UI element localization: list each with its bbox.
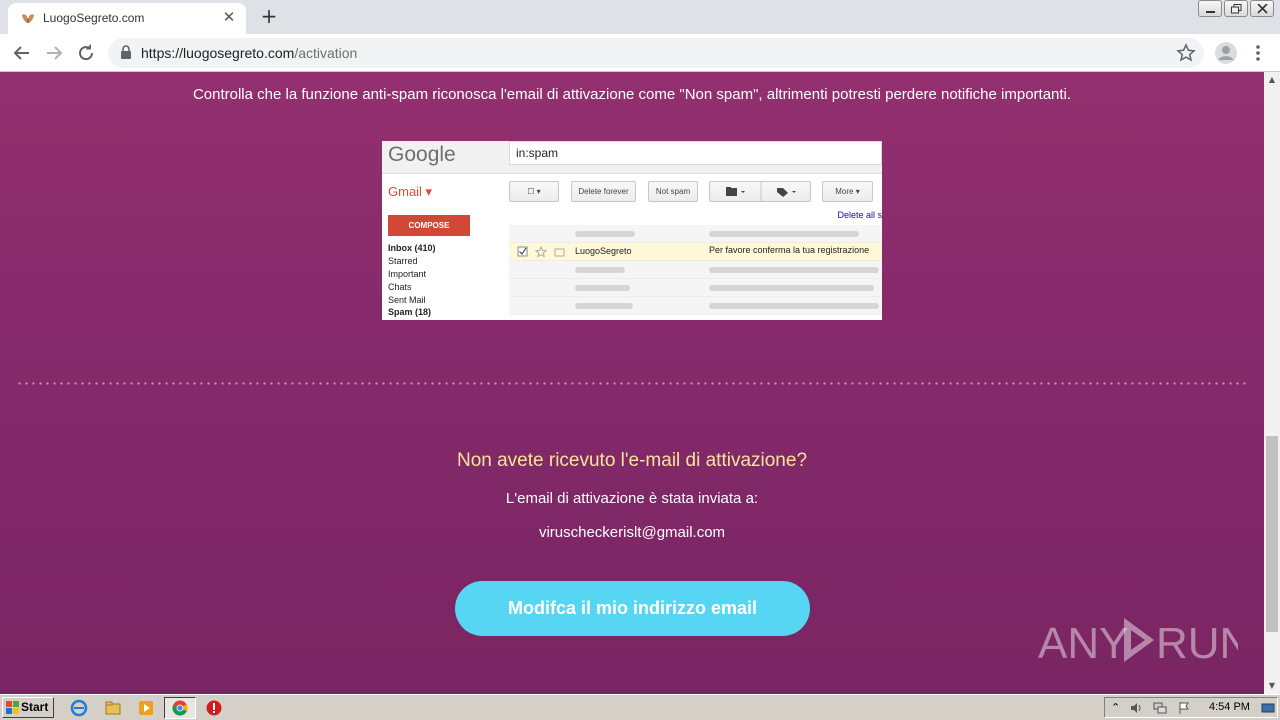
bookmark-star-icon[interactable]: [1176, 43, 1196, 63]
page-scrollbar[interactable]: ▲ ▼: [1264, 72, 1280, 694]
close-icon: [1257, 4, 1268, 14]
browser-menu-icon[interactable]: [1248, 41, 1268, 65]
tab-strip: LuogoSegreto.com ✕ +: [0, 0, 1280, 34]
gmail-more-button: More ▾: [822, 181, 873, 202]
file-explorer-icon[interactable]: [104, 699, 122, 717]
luogosegreto-favicon-icon: [22, 14, 34, 23]
browser-toolbar: https://luogosegreto.com/activation: [0, 34, 1280, 72]
address-bar[interactable]: https://luogosegreto.com/activation: [108, 38, 1204, 68]
gmail-spam-screenshot: Google in:spam Gmail ▾ ☐ ▾ Delete foreve…: [382, 141, 882, 320]
reload-icon[interactable]: [74, 41, 98, 65]
gmail-row-luogosegreto: LuogoSegreto Per favore conferma la tua …: [509, 243, 882, 261]
url-text: https://luogosegreto.com/activation: [141, 45, 358, 61]
tab-luogosegreto[interactable]: LuogoSegreto.com ✕: [8, 3, 246, 34]
scroll-thumb[interactable]: [1266, 436, 1278, 632]
network-icon[interactable]: [1153, 701, 1167, 715]
gmail-row-blurred: [509, 297, 882, 315]
gmail-header: Google in:spam: [382, 141, 882, 174]
gmail-sidebar-chats: Chats: [388, 282, 412, 292]
google-logo: Google: [388, 143, 456, 166]
gmail-from-luogosegreto: LuogoSegreto: [575, 246, 632, 256]
profile-avatar-icon[interactable]: [1214, 41, 1238, 65]
gmail-sidebar-spam: Spam (18): [388, 307, 432, 317]
close-window-button[interactable]: [1250, 0, 1274, 17]
windows-logo-icon: [6, 701, 19, 714]
gmail-sidebar-inbox: Inbox (410): [388, 243, 436, 253]
gmail-label: Gmail ▾: [388, 184, 433, 199]
internet-explorer-icon[interactable]: [70, 699, 88, 717]
gmail-search-text: in:spam: [516, 146, 559, 160]
chrome-taskbar-button[interactable]: [164, 697, 196, 719]
gmail-select-button: ☐ ▾: [509, 181, 559, 202]
change-email-button[interactable]: Modifca il mio indirizzo email: [455, 581, 810, 636]
minimize-button[interactable]: [1198, 0, 1222, 17]
dotted-divider: [16, 382, 1248, 385]
new-tab-icon[interactable]: +: [258, 5, 280, 27]
restore-button[interactable]: [1224, 0, 1248, 17]
forward-arrow-icon[interactable]: [42, 41, 66, 65]
gmail-delete-all-link: Delete all s: [837, 210, 882, 220]
svg-text:ANY: ANY: [1038, 619, 1128, 668]
checkbox-star-icons: [517, 246, 565, 258]
minimize-icon: [1206, 11, 1215, 13]
scroll-up-icon[interactable]: ▲: [1264, 72, 1280, 88]
media-player-icon[interactable]: [137, 699, 155, 717]
recipient-email: viruscheckerislt@gmail.com: [538, 524, 726, 541]
gmail-sidebar-sent: Sent Mail: [388, 295, 426, 305]
gmail-row-blurred: [509, 225, 882, 243]
start-button[interactable]: Start: [2, 697, 54, 718]
window-controls: [1196, 0, 1274, 17]
lock-icon: [121, 45, 131, 59]
gmail-folder-label-buttons: [709, 181, 811, 202]
gmail-search-box: in:spam: [509, 141, 882, 165]
system-tray: ⌃ 4:54 PM: [1104, 697, 1278, 718]
action-center-flag-icon[interactable]: [1177, 701, 1191, 715]
gmail-row-blurred: [509, 279, 882, 297]
page-content: Controlla che la funzione anti-spam rico…: [0, 72, 1264, 694]
not-received-heading: Non avete ricevuto l'e-mail di attivazio…: [456, 450, 808, 471]
windows-taskbar: Start ⌃ 4:54 PM: [0, 694, 1280, 720]
chrome-icon: [172, 700, 188, 716]
volume-icon[interactable]: [1129, 701, 1143, 715]
restore-icon: [1231, 4, 1242, 14]
folder-tag-icon: [726, 182, 796, 201]
back-arrow-icon[interactable]: [10, 41, 34, 65]
gmail-delete-forever-button: Delete forever: [571, 181, 636, 202]
opera-stop-icon[interactable]: [205, 699, 223, 717]
taskbar-clock: 4:54 PM: [1209, 701, 1250, 713]
show-desktop-icon[interactable]: [1261, 701, 1275, 715]
tab-close-icon[interactable]: ✕: [220, 8, 238, 26]
gmail-message-list: LuogoSegreto Per favore conferma la tua …: [509, 225, 882, 315]
spam-instruction-text: Controlla che la funzione anti-spam rico…: [192, 86, 1072, 103]
gmail-sidebar-starred: Starred: [388, 256, 418, 266]
tray-expand-icon[interactable]: ⌃: [1111, 701, 1125, 715]
tab-title: LuogoSegreto.com: [43, 11, 145, 25]
gmail-row-blurred: [509, 261, 882, 279]
gmail-compose-button: COMPOSE: [388, 215, 470, 236]
gmail-sidebar-important: Important: [388, 269, 427, 279]
sent-to-label: L'email di attivazione è stata inviata a…: [505, 490, 759, 507]
gmail-subject-highlight: Per favore conferma la tua registrazione: [709, 245, 870, 255]
scroll-down-icon[interactable]: ▼: [1264, 678, 1280, 694]
gmail-not-spam-button: Not spam: [648, 181, 698, 202]
anyrun-watermark-logo: ANY RUN: [1038, 618, 1238, 668]
gmail-list-header: Delete all s: [509, 209, 882, 223]
start-label: Start: [21, 700, 49, 714]
svg-text:RUN: RUN: [1156, 619, 1238, 668]
